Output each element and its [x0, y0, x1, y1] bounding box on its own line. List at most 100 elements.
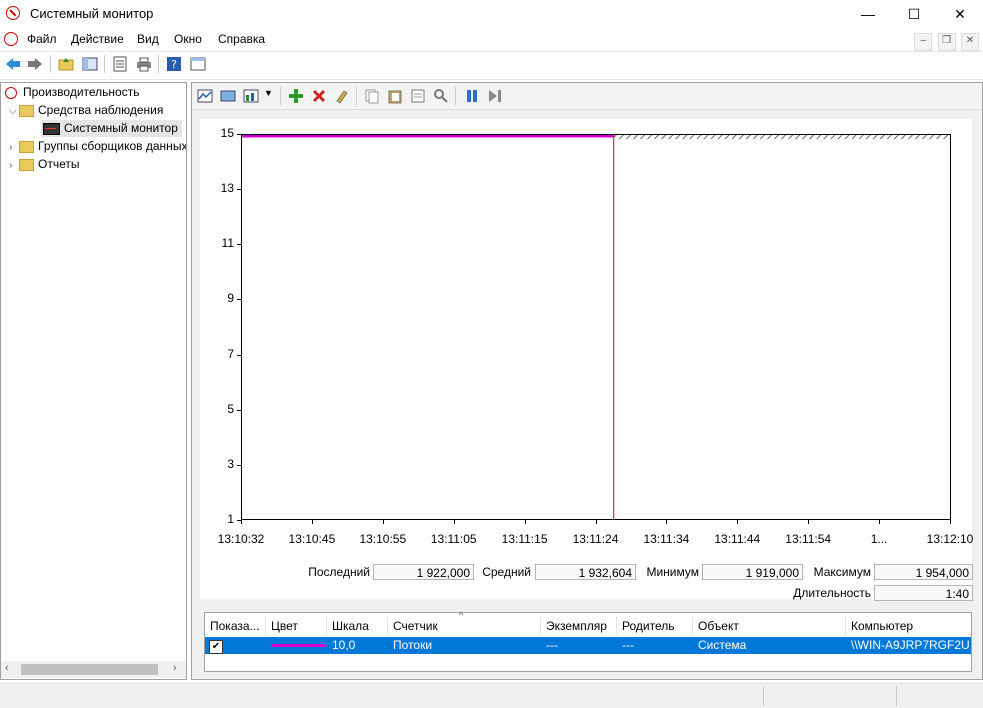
show-hide-tree-icon[interactable] — [82, 56, 98, 72]
x-tick-mark — [879, 520, 881, 524]
column-header-show[interactable]: Показа... — [205, 617, 266, 635]
column-header-instance[interactable]: Экземпляр — [541, 617, 617, 635]
mdi-controls: – ❐ ✕ — [912, 32, 979, 51]
perfmon-icon — [5, 86, 17, 99]
chevron-right-icon[interactable]: › — [9, 139, 19, 156]
folder-icon — [19, 104, 34, 117]
paste-counter-list-icon[interactable] — [387, 88, 403, 104]
help-icon[interactable]: ? — [166, 56, 182, 72]
x-tick-label: 13:11:44 — [714, 532, 761, 546]
x-tick-mark — [453, 520, 455, 524]
stat-min-value: 1 919,000 — [702, 564, 803, 580]
sort-ascending-icon: ^ — [459, 610, 464, 620]
x-tick-mark — [524, 520, 526, 524]
change-graph-type-icon[interactable] — [243, 88, 259, 104]
menu-action[interactable]: Действие — [71, 32, 124, 46]
show-checkbox[interactable]: ✔ — [209, 637, 229, 654]
line-chart[interactable] — [241, 134, 951, 520]
scrollbar-thumb[interactable] — [21, 664, 158, 675]
properties-icon[interactable] — [112, 56, 128, 72]
x-tick-label: 13:11:54 — [785, 532, 832, 546]
view-graph-icon[interactable] — [197, 88, 213, 104]
dropdown-arrow-icon[interactable]: ▼ — [264, 88, 273, 98]
tree-item-system-monitor[interactable]: Системный монитор — [41, 120, 182, 137]
chevron-right-icon[interactable]: › — [9, 157, 19, 174]
chevron-down-icon[interactable]: ⌵ — [9, 103, 19, 120]
close-button[interactable]: ✕ — [937, 0, 983, 28]
minimize-button[interactable]: — — [845, 0, 891, 28]
column-header-scale[interactable]: Шкала — [327, 617, 388, 635]
toolbar-separator — [356, 87, 357, 105]
stat-last-value: 1 922,000 — [373, 564, 474, 580]
x-tick-label: 13:10:45 — [288, 532, 336, 546]
cell-instance: --- — [546, 638, 558, 652]
add-counter-icon[interactable] — [288, 88, 304, 104]
back-arrow-icon[interactable] — [5, 56, 21, 72]
tree-label: Системный монитор — [64, 121, 178, 135]
tree-item-monitoring-tools[interactable]: ⌵ Средства наблюдения — [9, 102, 163, 119]
x-tick-label: 13:11:05 — [430, 532, 477, 546]
column-header-object[interactable]: Объект — [693, 617, 846, 635]
x-tick-mark — [311, 520, 313, 524]
mdi-close-button[interactable]: ✕ — [961, 33, 979, 51]
x-tick-mark — [666, 520, 668, 524]
view-current-activity-icon[interactable] — [220, 88, 236, 104]
highlight-icon[interactable] — [334, 88, 350, 104]
up-folder-icon[interactable] — [58, 56, 74, 72]
stat-duration-label: Длительность — [793, 586, 871, 600]
tree-label: Средства наблюдения — [38, 103, 164, 117]
y-tick-label: 7 — [227, 346, 234, 361]
title-bar: Системный монитор — ☐ ✕ — [0, 0, 983, 28]
performance-monitor-panel: ▼ 15 13 11 9 7 5 3 1 13:10:32 13:10:45 13:10:55 13… — [191, 82, 983, 680]
table-row[interactable]: ✔ 10,0 Потоки --- --- Система \\WIN-A9JR… — [205, 637, 971, 654]
print-icon[interactable] — [136, 56, 152, 72]
copy-properties-icon[interactable] — [364, 88, 380, 104]
scroll-left-icon[interactable]: ‹ — [5, 662, 9, 674]
stat-max-value: 1 954,000 — [874, 564, 973, 580]
mdi-minimize-button[interactable]: – — [914, 33, 933, 51]
navigation-tree: Производительность ⌵ Средства наблюдения … — [0, 82, 187, 680]
folder-icon — [19, 158, 34, 171]
stat-last-label: Последний — [308, 565, 370, 579]
tree-item-performance[interactable]: Производительность — [5, 84, 139, 101]
maximize-button[interactable]: ☐ — [891, 0, 937, 28]
x-tick-label: 13:12:10 — [926, 532, 974, 546]
status-bar — [0, 683, 983, 708]
zoom-icon[interactable] — [433, 88, 449, 104]
forward-arrow-icon[interactable] — [27, 56, 43, 72]
delete-counter-icon[interactable] — [311, 88, 327, 104]
y-tick-label: 1 — [227, 512, 234, 526]
y-tick-label: 5 — [227, 401, 234, 416]
cell-object: Система — [698, 638, 747, 652]
menu-file[interactable]: Файл — [27, 32, 57, 46]
column-header-counter[interactable]: Счетчик — [388, 617, 541, 635]
cell-counter: Потоки — [393, 638, 433, 652]
column-header-parent[interactable]: Родитель — [617, 617, 693, 635]
y-tick-label: 11 — [221, 236, 234, 251]
status-divider — [896, 686, 897, 706]
tree-item-reports[interactable]: › Отчеты — [9, 156, 79, 173]
horizontal-scrollbar[interactable]: ‹ › — [1, 661, 186, 678]
menu-view[interactable]: Вид — [137, 32, 159, 46]
tree-item-data-collector-sets[interactable]: › Группы сборщиков данных — [9, 138, 187, 156]
menu-help[interactable]: Справка — [218, 32, 265, 46]
status-divider — [763, 686, 764, 706]
scroll-right-icon[interactable]: › — [173, 662, 177, 674]
update-data-icon[interactable] — [487, 88, 503, 104]
column-header-color[interactable]: Цвет — [266, 617, 327, 635]
mdi-restore-button[interactable]: ❐ — [937, 33, 956, 51]
properties-icon[interactable] — [410, 88, 426, 104]
tree-label: Отчеты — [38, 157, 80, 171]
column-header-computer[interactable]: Компьютер — [846, 617, 971, 635]
stat-max-label: Максимум — [813, 565, 871, 579]
y-tick-label: 9 — [227, 291, 234, 306]
x-tick-label: 13:11:15 — [501, 532, 548, 546]
menu-window[interactable]: Окно — [174, 32, 202, 46]
y-tick-label: 13 — [220, 181, 234, 196]
view-icon[interactable] — [190, 56, 206, 72]
x-tick-mark — [950, 520, 951, 524]
x-tick-mark — [737, 520, 739, 524]
mdi-app-icon[interactable] — [4, 32, 18, 46]
pause-icon[interactable] — [464, 88, 480, 104]
tree-label: Группы сборщиков данных — [38, 139, 187, 153]
